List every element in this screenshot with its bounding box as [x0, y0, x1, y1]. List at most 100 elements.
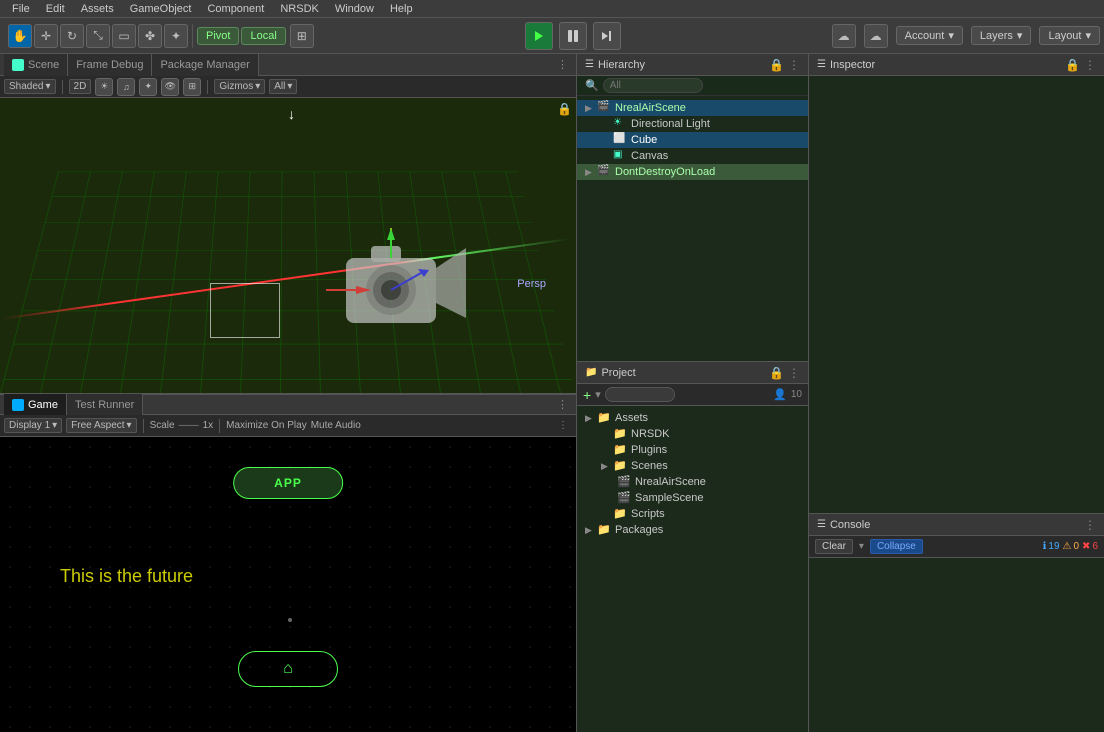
project-icon: 📁: [585, 367, 597, 378]
all-label: All: [274, 81, 285, 92]
display-dropdown[interactable]: Display 1▾: [4, 418, 62, 433]
project-item-plugins[interactable]: 📁 Plugins: [577, 442, 808, 458]
play-button[interactable]: [525, 22, 553, 50]
dim-dropdown[interactable]: 2D: [69, 79, 92, 94]
project-item-packages[interactable]: ▶ 📁 Packages: [577, 522, 808, 538]
package-manager-label: Package Manager: [160, 59, 249, 71]
pivot-button[interactable]: Pivot: [197, 27, 239, 45]
project-item-label: Plugins: [631, 444, 667, 456]
project-dropdown-icon[interactable]: ▾: [595, 388, 601, 401]
project-search-input[interactable]: [605, 387, 675, 402]
tab-package-manager[interactable]: Package Manager: [152, 54, 258, 76]
inspector-lock[interactable]: 🔒: [1065, 58, 1080, 72]
project-filter-icon[interactable]: 👤: [773, 388, 787, 401]
inspector-more[interactable]: ⋮: [1084, 58, 1096, 72]
hierarchy-item-dontdestroy[interactable]: ▶ 🎬 DontDestroyOnLoad: [577, 164, 808, 180]
shading-dropdown[interactable]: Shaded▾: [4, 79, 56, 94]
mute-label[interactable]: Mute Audio: [311, 420, 361, 431]
scene-light-btn[interactable]: ☀: [95, 78, 113, 96]
menu-assets[interactable]: Assets: [73, 0, 122, 17]
all-dropdown[interactable]: All▾: [269, 79, 297, 94]
menu-nrsdk[interactable]: NRSDK: [272, 0, 327, 17]
multi-tool[interactable]: ✤: [138, 24, 162, 48]
game-view[interactable]: APP This is the future ⌂: [0, 437, 576, 732]
project-more[interactable]: ⋮: [788, 366, 800, 380]
project-item-label: Scenes: [631, 460, 668, 472]
hierarchy-item-dirlight[interactable]: ☀ Directional Light: [577, 116, 808, 132]
folder-icon3: 📁: [613, 443, 627, 457]
tab-test-runner[interactable]: Test Runner: [67, 394, 143, 416]
hierarchy-title: Hierarchy: [598, 59, 645, 71]
hierarchy-search-input[interactable]: [603, 78, 703, 93]
console-toolbar: Clear ▾ Collapse ℹ 19 ⚠ 0 ✖ 6: [809, 536, 1104, 558]
aspect-dropdown[interactable]: Free Aspect▾: [66, 418, 136, 433]
console-clear-button[interactable]: Clear: [815, 539, 853, 554]
scale-tool[interactable]: ⤡: [86, 24, 110, 48]
scene-grid-btn[interactable]: ⊞: [183, 78, 201, 96]
scene-hidden-btn[interactable]: 👁: [161, 78, 179, 96]
console-collapse-button[interactable]: Collapse: [870, 539, 923, 554]
display-label: Display 1: [9, 420, 50, 431]
menu-edit[interactable]: Edit: [38, 0, 73, 17]
tree-expand: ▶: [585, 413, 597, 424]
custom-tool[interactable]: ✦: [164, 24, 188, 48]
scene-view[interactable]: Persp 🔒 ↓: [0, 98, 576, 393]
folder-icon: 📁: [597, 411, 611, 425]
hand-tool[interactable]: ✋: [8, 24, 32, 48]
layers-button[interactable]: Layers ▾: [971, 26, 1032, 45]
project-item-assets[interactable]: ▶ 📁 Assets: [577, 410, 808, 426]
project-lock[interactable]: 🔒: [769, 366, 784, 380]
menu-file[interactable]: File: [4, 0, 38, 17]
layout-button[interactable]: Layout ▾: [1039, 26, 1100, 45]
tab-scene[interactable]: Scene: [4, 54, 68, 76]
hierarchy-item-cube[interactable]: ⬜ Cube: [577, 132, 808, 148]
pause-button[interactable]: [559, 22, 587, 50]
project-item-nrsdk[interactable]: 📁 NRSDK: [577, 426, 808, 442]
tab-frame-debug[interactable]: Frame Debug: [68, 54, 152, 76]
services-icon[interactable]: ☁: [864, 24, 888, 48]
main-area: Scene Frame Debug Package Manager ⋮ Shad…: [0, 54, 1104, 732]
scene-lock-icon[interactable]: 🔒: [557, 102, 572, 116]
project-item-samplescene[interactable]: 🎬 SampleScene: [577, 490, 808, 506]
tab-more-icon[interactable]: ⋮: [553, 58, 572, 71]
local-button[interactable]: Local: [241, 27, 285, 45]
menu-help[interactable]: Help: [382, 0, 421, 17]
right-panel: ☰ Inspector 🔒 ⋮ ☰ Console ⋮ Clear ▾: [809, 54, 1104, 732]
hierarchy-more[interactable]: ⋮: [788, 58, 800, 72]
console-clear-arrow[interactable]: ▾: [859, 541, 864, 552]
app-button-label: APP: [274, 476, 302, 490]
inspector-panel: ☰ Inspector 🔒 ⋮: [809, 54, 1104, 514]
game-toolbar-more[interactable]: ⋮: [554, 420, 572, 431]
account-button[interactable]: Account ▾: [896, 26, 963, 45]
project-item-scripts[interactable]: 📁 Scripts: [577, 506, 808, 522]
menu-window[interactable]: Window: [327, 0, 382, 17]
rect-tool[interactable]: ▭: [112, 24, 136, 48]
game-app-button[interactable]: APP: [233, 467, 343, 499]
project-item-label: Assets: [615, 412, 648, 424]
menu-component[interactable]: Component: [199, 0, 272, 17]
hierarchy-lock[interactable]: 🔒: [769, 58, 784, 72]
move-tool[interactable]: ✛: [34, 24, 58, 48]
scene-audio-btn[interactable]: ♫: [117, 78, 135, 96]
project-item-nrealsecene[interactable]: 🎬 NrealAirScene: [577, 474, 808, 490]
maximize-label[interactable]: Maximize On Play: [226, 420, 307, 431]
snap-tool[interactable]: ⊞: [290, 24, 314, 48]
game-home-button[interactable]: ⌂: [238, 651, 338, 687]
menu-gameobject[interactable]: GameObject: [122, 0, 200, 17]
project-add-btn[interactable]: +: [583, 387, 591, 403]
project-item-scenes[interactable]: ▶ 📁 Scenes: [577, 458, 808, 474]
inspector-content: [809, 76, 1104, 513]
hierarchy-item-canvas[interactable]: ▣ Canvas: [577, 148, 808, 164]
hierarchy-item-nrealair[interactable]: ▶ 🎬 NrealAirScene: [577, 100, 808, 116]
collab-icon[interactable]: ☁: [832, 24, 856, 48]
gizmos-dropdown[interactable]: Gizmos▾: [214, 79, 265, 94]
console-more[interactable]: ⋮: [1084, 518, 1096, 532]
scene-top-icons: 🔒: [557, 102, 572, 116]
rotate-tool[interactable]: ↻: [60, 24, 84, 48]
canvas-icon: ▣: [613, 149, 627, 163]
scene-fx-btn[interactable]: ✦: [139, 78, 157, 96]
hierarchy-search-bar: 🔍: [577, 76, 808, 96]
tab-game[interactable]: Game: [4, 394, 67, 416]
game-tab-more[interactable]: ⋮: [553, 398, 572, 411]
step-button[interactable]: [593, 22, 621, 50]
